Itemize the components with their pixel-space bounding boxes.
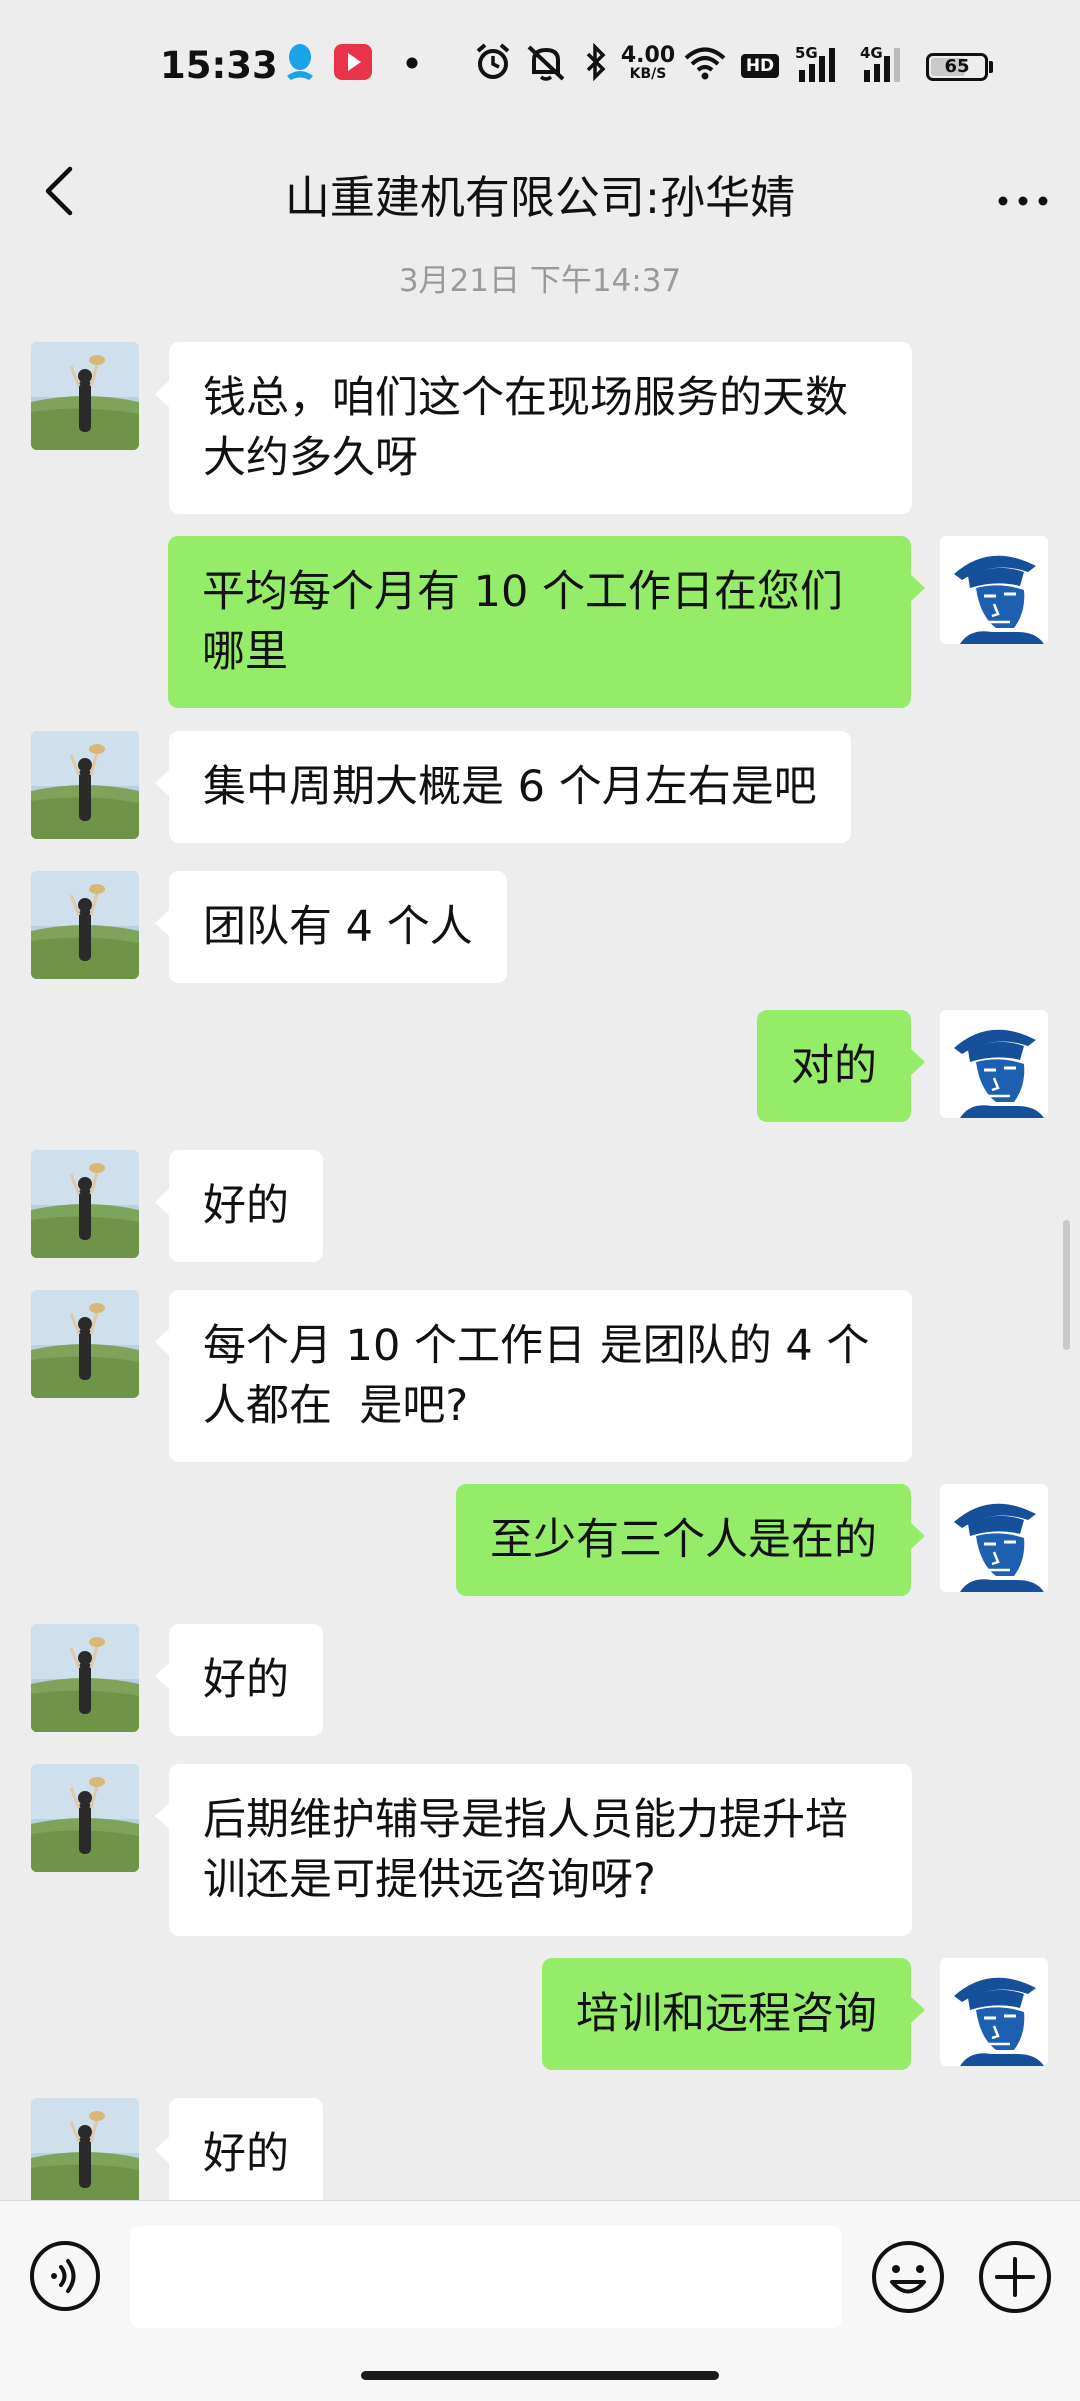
user-avatar[interactable] xyxy=(940,1484,1048,1592)
signal-bars-icon xyxy=(864,48,900,82)
contact-avatar[interactable] xyxy=(31,342,139,450)
dot-icon xyxy=(406,57,418,69)
voice-icon[interactable] xyxy=(28,2239,102,2313)
qq-notification-icon xyxy=(287,44,313,80)
home-indicator[interactable] xyxy=(361,2371,719,2380)
message-bubble[interactable]: 平均每个月有 10 个工作日在您们哪里 xyxy=(168,536,925,708)
chat-title: 山重建机有限公司:孙华婧 xyxy=(284,171,796,224)
contact-avatar[interactable] xyxy=(31,2098,139,2206)
chat-header: 山重建机有限公司:孙华婧 xyxy=(0,135,1080,245)
status-bar: 15:33 4.00 KB/S HD 5G 4G 65 xyxy=(0,0,1080,135)
message-bubble[interactable]: 集中周期大概是 6 个月左右是吧 xyxy=(155,731,851,843)
contact-avatar[interactable] xyxy=(31,731,139,839)
mute-icon xyxy=(527,45,565,81)
message-bubble[interactable]: 好的 xyxy=(155,1150,323,1262)
net-speed-unit: KB/S xyxy=(629,66,667,82)
message-bubble[interactable]: 至少有三个人是在的 xyxy=(456,1484,925,1596)
signal-5g: 5G xyxy=(795,44,845,84)
user-avatar[interactable] xyxy=(940,1010,1048,1118)
message-bubble[interactable]: 好的 xyxy=(155,1624,323,1736)
contact-avatar[interactable] xyxy=(31,1150,139,1258)
scrollbar-thumb[interactable] xyxy=(1063,1220,1070,1350)
message-bubble[interactable]: 每个月 10 个工作日 是团队的 4 个人都在 是吧? xyxy=(155,1290,912,1462)
plus-icon[interactable] xyxy=(977,2239,1053,2315)
battery-tip xyxy=(989,61,993,73)
user-avatar[interactable] xyxy=(940,536,1048,644)
message-timestamp: 3月21日 下午14:37 xyxy=(398,263,682,299)
net-speed-value: 4.00 xyxy=(620,43,676,68)
message-bubble[interactable]: 好的 xyxy=(155,2098,323,2210)
emoji-icon[interactable] xyxy=(870,2239,946,2315)
video-app-icon xyxy=(334,44,372,80)
hd-badge: HD xyxy=(741,54,779,78)
message-bubble[interactable]: 团队有 4 个人 xyxy=(155,871,507,983)
message-bubble[interactable]: 钱总，咱们这个在现场服务的天数大约多久呀 xyxy=(155,342,912,514)
signal-4g: 4G xyxy=(860,44,910,84)
status-time: 15:33 xyxy=(160,44,278,87)
message-bubble[interactable]: 培训和远程咨询 xyxy=(542,1958,925,2070)
more-dots-icon[interactable] xyxy=(988,155,1058,225)
message-bubble[interactable]: 后期维护辅导是指人员能力提升培训还是可提供远咨询呀? xyxy=(155,1764,912,1936)
wifi-icon xyxy=(684,47,726,80)
contact-avatar[interactable] xyxy=(31,871,139,979)
alarm-icon xyxy=(476,43,510,79)
message-bubble[interactable]: 对的 xyxy=(757,1010,925,1122)
message-input[interactable] xyxy=(130,2226,842,2328)
contact-avatar[interactable] xyxy=(31,1290,139,1398)
battery-level: 65 xyxy=(944,56,970,77)
battery-icon: 65 xyxy=(926,53,988,81)
bluetooth-icon xyxy=(586,42,606,82)
hd-label: HD xyxy=(745,56,775,76)
input-bar xyxy=(0,2200,1080,2401)
net-speed: 4.00 KB/S xyxy=(620,43,676,82)
signal-bars-icon xyxy=(799,48,835,82)
user-avatar[interactable] xyxy=(940,1958,1048,2066)
contact-avatar[interactable] xyxy=(31,1764,139,1872)
contact-avatar[interactable] xyxy=(31,1624,139,1732)
